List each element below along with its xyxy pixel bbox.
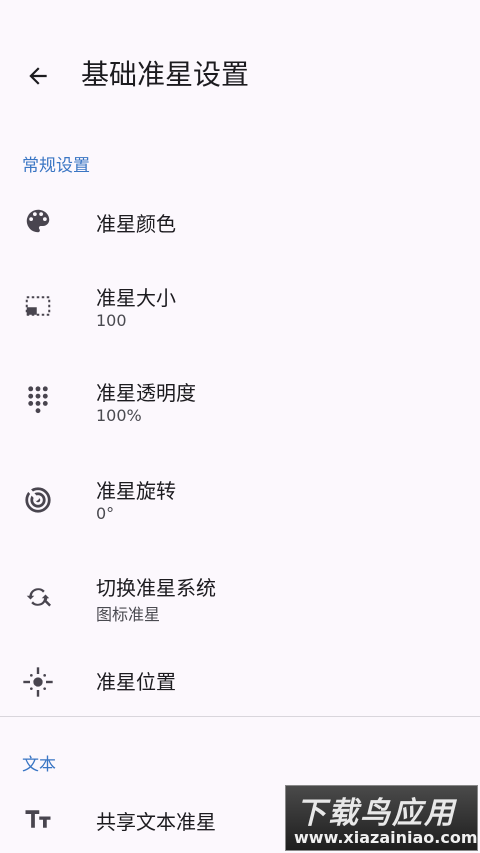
palette-icon [22, 205, 54, 237]
section-header-general: 常规设置 [22, 156, 90, 176]
switch-icon [22, 581, 54, 613]
setting-label: 准星透明度 [96, 381, 196, 405]
page-title: 基础准星设置 [81, 58, 250, 91]
crosshair-position-icon [22, 666, 54, 698]
target-icon [22, 484, 54, 516]
app-bar: 基础准星设置 [0, 0, 480, 150]
dots-grid-icon [22, 385, 54, 417]
setting-label: 准星旋转 [96, 479, 176, 503]
resize-icon [22, 290, 54, 322]
watermark-logo: 下载鸟应用 www.xiazainiao.com [285, 785, 478, 851]
watermark-title: 下载鸟应用 [296, 796, 456, 831]
setting-crosshair-opacity[interactable]: 准星透明度 100% [0, 375, 480, 435]
setting-crosshair-position[interactable]: 准星位置 [0, 654, 480, 710]
setting-label: 准星颜色 [96, 212, 176, 236]
section-divider [0, 716, 480, 717]
arrow-back-icon [29, 67, 47, 85]
setting-value: 100 [96, 311, 127, 330]
setting-crosshair-color[interactable]: 准星颜色 [0, 194, 480, 252]
back-button[interactable] [20, 58, 56, 94]
setting-value: 图标准星 [96, 605, 161, 624]
setting-label: 共享文本准星 [96, 810, 216, 834]
setting-value: 100% [96, 406, 142, 425]
setting-label: 切换准星系统 [96, 576, 216, 600]
setting-switch-crosshair-system[interactable]: 切换准星系统 图标准星 [0, 569, 480, 629]
setting-crosshair-rotation[interactable]: 准星旋转 0° [0, 472, 480, 532]
setting-crosshair-size[interactable]: 准星大小 100 [0, 278, 480, 338]
setting-value: 0° [96, 504, 115, 523]
text-size-icon [22, 803, 54, 835]
setting-label: 准星位置 [96, 670, 176, 694]
setting-label: 准星大小 [96, 286, 176, 310]
watermark-url: www.xiazainiao.com [294, 828, 478, 847]
section-header-text: 文本 [22, 755, 56, 775]
